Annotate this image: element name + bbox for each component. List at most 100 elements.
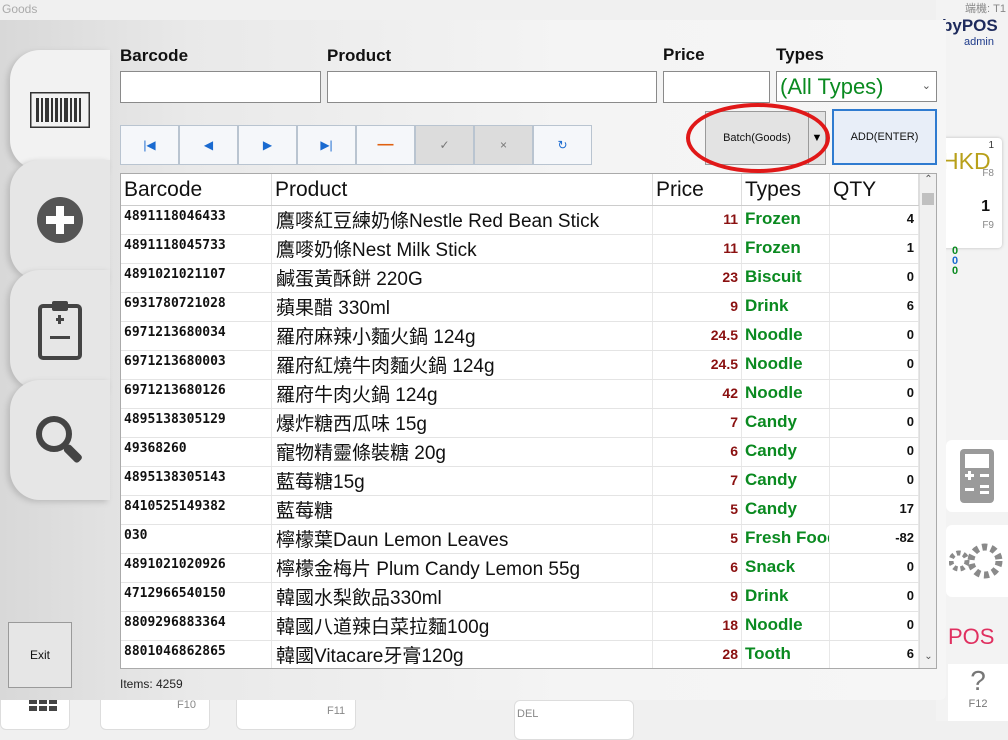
scroll-thumb[interactable] [922,193,934,205]
table-row[interactable]: 6971213680003 羅府紅燒牛肉麵火鍋 124g 24.5 Noodle 0 [121,351,936,380]
cell-type: Candy [742,496,830,524]
cell-product: 韓國八道辣白菜拉麵100g [272,612,653,640]
types-select[interactable]: (All Types) ⌄ [776,71,937,102]
goods-table: Barcode Product Price Types QTY 48911180… [120,173,937,669]
table-row[interactable]: 8410525149382 藍莓糖 5 Candy 17 [121,496,936,525]
cell-product: 檸檬葉Daun Lemon Leaves [272,525,653,553]
table-scrollbar[interactable]: ⌃ ⌄ [919,174,936,668]
cell-type: Candy [742,467,830,495]
first-record-button[interactable]: |◀ [120,125,179,165]
header-types[interactable]: Types [742,174,830,205]
scroll-down-icon[interactable]: ⌄ [920,651,936,668]
cell-barcode: 4891021021107 [121,264,272,292]
cell-barcode: 4891021020926 [121,554,272,582]
table-row[interactable]: 4895138305143 藍莓糖15g 7 Candy 0 [121,467,936,496]
header-product[interactable]: Product [272,174,653,205]
tab-clipboard[interactable] [10,270,110,390]
cell-barcode: 4891118046433 [121,206,272,234]
table-row[interactable]: 030 檸檬葉Daun Lemon Leaves 5 Fresh Food -82 [121,525,936,554]
user-name: admin [964,36,994,48]
table-row[interactable]: 4891021020926 檸檬金梅片 Plum Candy Lemon 55g 6… [121,554,936,583]
product-input[interactable] [327,71,657,103]
cell-qty: 0 [830,583,919,611]
cell-type: Snack [742,554,830,582]
table-row[interactable]: 4712966540150 韓國水梨飲品330ml 9 Drink 0 [121,583,936,612]
window-title: Goods [2,2,38,16]
cancel-edit-button[interactable]: × [474,125,533,165]
cell-barcode: 8410525149382 [121,496,272,524]
types-label: Types [776,45,824,64]
header-price[interactable]: Price [653,174,742,205]
cell-type: Noodle [742,380,830,408]
cell-product: 韓國水梨飲品330ml [272,583,653,611]
cell-qty: 17 [830,496,919,524]
cell-product: 鷹嘜奶條Nest Milk Stick [272,235,653,263]
table-row[interactable]: 6971213680126 羅府牛肉火鍋 124g 42 Noodle 0 [121,380,936,409]
table-row[interactable]: 4895138305129 爆炸糖西瓜味 15g 7 Candy 0 [121,409,936,438]
table-row[interactable]: 8809296883364 韓國八道辣白菜拉麵100g 18 Noodle 0 [121,612,936,641]
next-record-button[interactable]: ▶ [238,125,297,165]
scroll-up-icon[interactable]: ⌃ [920,174,936,191]
clipboard-icon [38,301,82,360]
table-row[interactable]: 4891118045733 鷹嘜奶條Nest Milk Stick 11 Frozen… [121,235,936,264]
cell-qty: 1 [830,235,919,263]
calculator-button[interactable] [946,440,1008,512]
bottom-del-button[interactable]: DEL [514,700,634,740]
cell-price: 18 [653,612,742,640]
price-input[interactable] [663,71,770,103]
question-icon: ? [970,665,986,696]
table-row[interactable]: 6971213680034 羅府麻辣小麵火鍋 124g 24.5 Noodle 0 [121,322,936,351]
cell-qty: 4 [830,206,919,234]
x-icon: × [499,138,507,152]
cell-barcode: 030 [121,525,272,553]
prev-record-button[interactable]: ◀ [179,125,238,165]
cell-price: 42 [653,380,742,408]
brand-logo: byPOS [942,16,998,35]
post-edit-button[interactable]: ✓ [415,125,474,165]
table-row[interactable]: 6931780721028 蘋果醋 330ml 9 Drink 6 [121,293,936,322]
cell-product: 羅府牛肉火鍋 124g [272,380,653,408]
header-barcode[interactable]: Barcode [121,174,272,205]
tab-add[interactable] [10,160,110,280]
cell-type: Drink [742,293,830,321]
header-qty[interactable]: QTY [830,174,919,205]
cell-type: Frozen [742,235,830,263]
cell-barcode: 6971213680126 [121,380,272,408]
barcode-label: Barcode [120,46,189,65]
add-button[interactable]: ADD(ENTER) [832,109,937,165]
cell-price: 28 [653,641,742,668]
refresh-button[interactable]: ↻ [533,125,592,165]
calculator-icon [960,449,994,503]
grid-icon [29,699,57,711]
table-row[interactable]: 4891118046433 鷹嘜紅豆練奶條Nestle Red Bean Stic… [121,206,936,235]
exit-button[interactable]: Exit [8,622,72,688]
f8-key: F8 [982,168,994,179]
cell-qty: 0 [830,264,919,292]
cell-type: Noodle [742,322,830,350]
refresh-icon: ↻ [557,138,568,152]
cell-qty: -82 [830,525,919,553]
help-button[interactable]: ? F12 [948,664,1008,721]
prev-icon: ◀ [203,138,214,152]
cell-product: 藍莓糖 [272,496,653,524]
cell-product: 羅府麻辣小麵火鍋 124g [272,322,653,350]
tab-search[interactable] [10,380,110,500]
del-key: DEL [517,708,539,720]
last-record-button[interactable]: ▶| [297,125,356,165]
pos-label: POS [948,624,995,649]
tab-barcode[interactable] [10,50,110,170]
table-row[interactable]: 49368260 寵物精靈條裝糖 20g 6 Candy 0 [121,438,936,467]
table-row[interactable]: 8801046862865 韓國Vitacare牙膏120g 28 Tooth 6 [121,641,936,668]
cell-qty: 6 [830,641,919,668]
chevron-down-icon: ⌄ [921,80,931,92]
delete-record-button[interactable]: — [356,125,415,165]
cell-qty: 0 [830,380,919,408]
cell-type: Noodle [742,351,830,379]
table-row[interactable]: 4891021021107 鹹蛋黃酥餅 220G 23 Biscuit 0 [121,264,936,293]
cell-price: 5 [653,525,742,553]
cell-qty: 0 [830,322,919,350]
product-label: Product [327,46,392,65]
barcode-input[interactable] [120,71,321,103]
currency-panel[interactable]: 1 HKD F8 1 F9 [942,138,1002,248]
settings-button[interactable] [946,525,1008,597]
